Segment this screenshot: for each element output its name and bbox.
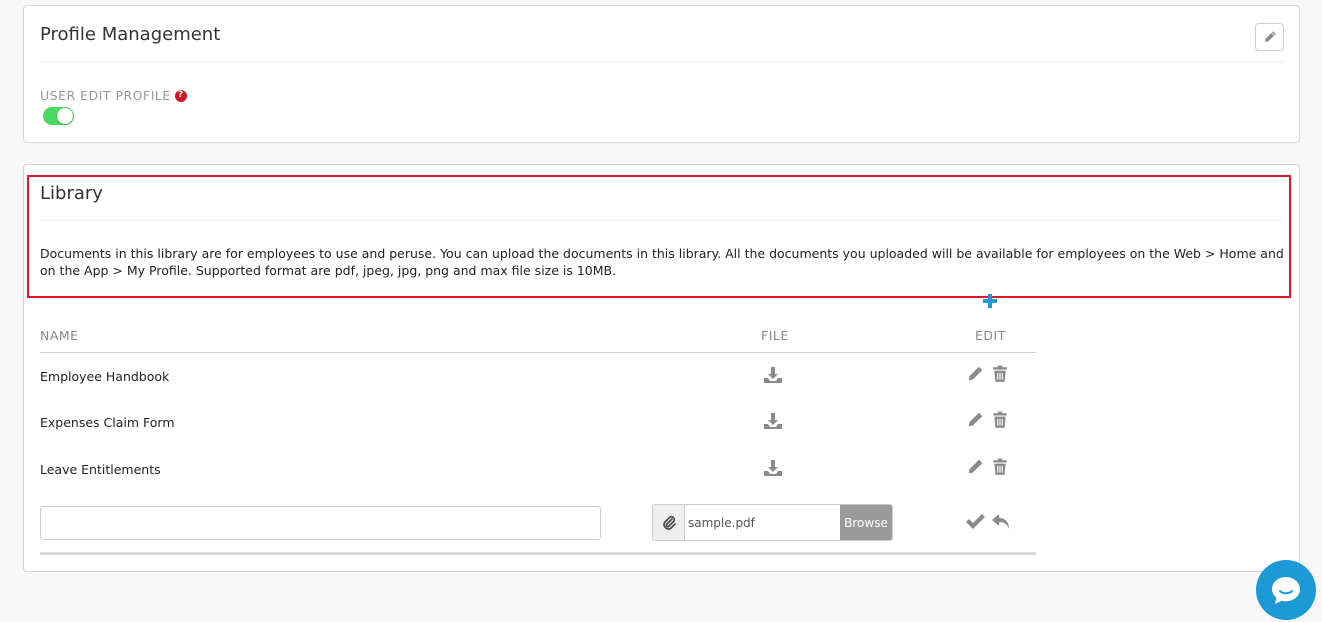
edit-profile-button[interactable] xyxy=(1255,23,1284,51)
library-description: Documents in this library are for employ… xyxy=(40,246,1284,278)
library-title: Library xyxy=(40,183,103,204)
browse-button[interactable]: Browse xyxy=(840,505,892,540)
download-icon[interactable] xyxy=(763,365,783,385)
column-header-file: FILE xyxy=(761,328,789,343)
user-edit-profile-toggle[interactable] xyxy=(43,107,74,125)
column-header-edit: EDIT xyxy=(975,328,1006,343)
document-name: Expenses Claim Form xyxy=(40,415,175,430)
table-row: Leave Entitlements xyxy=(40,458,1036,482)
file-upload-group: sample.pdf Browse xyxy=(652,504,893,541)
check-icon[interactable] xyxy=(965,514,985,530)
column-header-name: NAME xyxy=(40,328,79,343)
chat-button[interactable] xyxy=(1256,560,1316,620)
selected-file-name: sample.pdf xyxy=(688,515,755,530)
paperclip-icon xyxy=(653,505,685,540)
table-bottom-divider xyxy=(40,552,1036,555)
document-name: Employee Handbook xyxy=(40,369,170,384)
highlight-box xyxy=(27,175,1291,298)
trash-icon[interactable] xyxy=(991,458,1009,476)
chat-icon xyxy=(1272,577,1300,604)
pencil-icon xyxy=(1264,31,1276,42)
table-header-divider xyxy=(40,352,1036,353)
document-name: Leave Entitlements xyxy=(40,462,161,477)
profile-management-card: Profile Management USER EDIT PROFILE ? xyxy=(23,5,1300,143)
library-card: Library Documents in this library are fo… xyxy=(23,164,1300,572)
user-edit-profile-label: USER EDIT PROFILE ? xyxy=(40,88,187,103)
pencil-icon[interactable] xyxy=(966,458,984,476)
user-edit-profile-text: USER EDIT PROFILE xyxy=(40,88,171,103)
undo-icon[interactable] xyxy=(991,513,1011,531)
plus-icon xyxy=(983,294,997,308)
new-document-name-input[interactable] xyxy=(40,506,601,540)
add-document-button[interactable] xyxy=(982,293,998,309)
toggle-knob xyxy=(57,108,73,124)
profile-management-title: Profile Management xyxy=(40,24,221,45)
profile-divider xyxy=(40,61,1283,62)
trash-icon[interactable] xyxy=(991,411,1009,429)
trash-icon[interactable] xyxy=(991,365,1009,383)
pencil-icon[interactable] xyxy=(966,411,984,429)
library-divider xyxy=(40,220,1283,221)
download-icon[interactable] xyxy=(763,411,783,431)
help-icon[interactable]: ? xyxy=(174,89,187,102)
table-row: Expenses Claim Form xyxy=(40,411,1036,435)
download-icon[interactable] xyxy=(763,458,783,478)
table-row: Employee Handbook xyxy=(40,365,1036,389)
pencil-icon[interactable] xyxy=(966,365,984,383)
